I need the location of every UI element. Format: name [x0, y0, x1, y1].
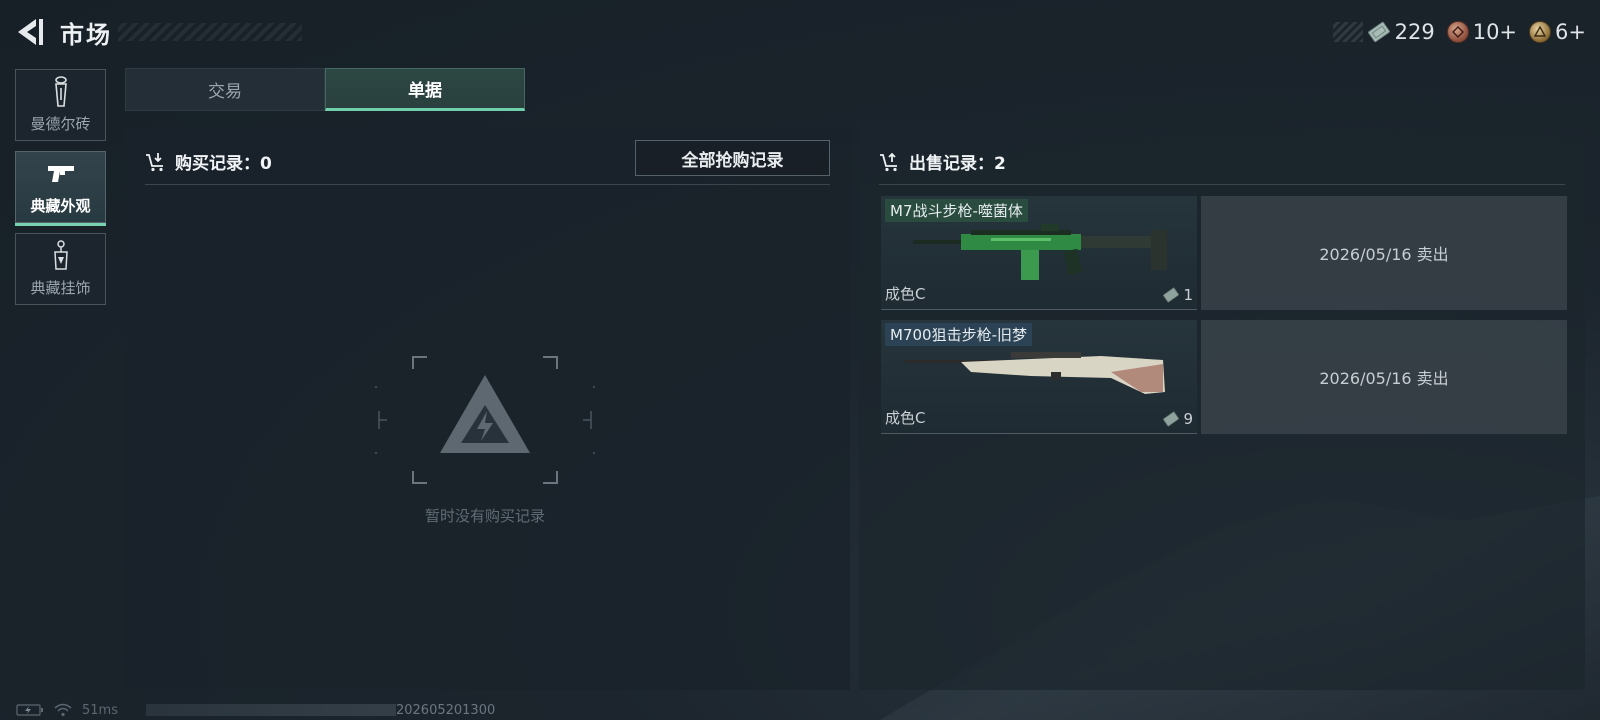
- cart-download-icon: [145, 152, 167, 172]
- all-flash-buy-records-button[interactable]: 全部抢购记录: [635, 140, 830, 176]
- sidebar-item-collection-skin[interactable]: 典藏外观: [15, 151, 106, 226]
- sell-records-title: 出售记录：2: [909, 154, 1006, 174]
- item-price: 9: [1162, 410, 1193, 428]
- gold-coin-icon: [1529, 21, 1552, 43]
- sidebar-item-label: 典藏外观: [30, 197, 91, 215]
- redacted-id: [145, 704, 396, 716]
- page-title: 市场: [60, 21, 112, 49]
- sale-date: 2026/05/16 卖出: [1201, 320, 1567, 434]
- sidebar-item-label: 典藏挂饰: [30, 279, 91, 297]
- item-price-value: 9: [1183, 410, 1193, 428]
- ticket-icon: [1367, 21, 1391, 43]
- sidebar-item-label: 曼德尔砖: [30, 115, 91, 133]
- empty-state-text: 暂时没有购买记录: [424, 507, 545, 525]
- item-price: 1: [1162, 286, 1193, 304]
- buy-records-header: 购买记录：0: [145, 149, 272, 174]
- item-card[interactable]: M700狙击步枪-旧梦 成色C 9: [881, 320, 1197, 434]
- item-condition: 成色C: [885, 285, 926, 303]
- list-item: M700狙击步枪-旧梦 成色C 9 2026/05/16 卖出: [881, 320, 1567, 434]
- empty-state: 暂时没有购买记录: [375, 355, 595, 526]
- ticket-icon: [1162, 411, 1180, 427]
- currency-gold-value: 6+: [1555, 20, 1586, 44]
- item-card[interactable]: M7战斗步枪-噬菌体 成色C 1: [881, 196, 1197, 310]
- empty-logo-icon: [375, 355, 595, 485]
- tab-bar: 交易 单据: [125, 68, 525, 111]
- category-sidebar: 曼德尔砖 典藏外观 典藏挂饰: [15, 69, 106, 315]
- ping-value: 51ms: [82, 702, 118, 718]
- m700-rifle-image: [905, 352, 1165, 394]
- build-number: 202605201300: [395, 702, 496, 718]
- brick-icon: [51, 75, 71, 109]
- buy-records-title: 购买记录：0: [175, 154, 272, 174]
- back-arrow-icon: [18, 19, 43, 45]
- ticket-icon: [1162, 287, 1180, 303]
- divider: [879, 184, 1565, 185]
- cart-upload-icon: [879, 152, 901, 172]
- currency-copper-value: 10+: [1472, 20, 1518, 44]
- battery-icon: [16, 704, 44, 716]
- sidebar-item-brick[interactable]: 曼德尔砖: [15, 69, 106, 141]
- sidebar-item-collection-charm[interactable]: 典藏挂饰: [15, 233, 106, 305]
- currency-decoration: [1332, 22, 1363, 42]
- item-condition: 成色C: [885, 409, 926, 427]
- sale-date: 2026/05/16 卖出: [1201, 196, 1567, 310]
- currency-gold[interactable]: 6+: [1529, 20, 1586, 44]
- wifi-icon: [54, 703, 72, 717]
- m7-rifle-image: [913, 224, 1167, 280]
- title-decoration: [118, 23, 302, 41]
- list-item: M7战斗步枪-噬菌体 成色C 1 2026/05/16 卖出: [881, 196, 1567, 310]
- charm-icon: [51, 239, 71, 273]
- status-bar: 51ms 202605201300: [16, 702, 495, 718]
- copper-coin-icon: [1446, 21, 1469, 43]
- currency-ticket-value: 229: [1394, 20, 1435, 44]
- divider: [145, 184, 830, 185]
- sell-records-panel: 出售记录：2 M7战斗步枪-噬菌体 成色C 1 2026/05/16 卖出 M7…: [859, 127, 1585, 690]
- top-bar: 市场 229 10+ 6+: [0, 0, 1600, 64]
- sell-records-header: 出售记录：2: [879, 149, 1006, 174]
- item-price-value: 1: [1183, 286, 1193, 304]
- back-button[interactable]: [14, 16, 44, 48]
- tab-records[interactable]: 单据: [325, 68, 525, 111]
- buy-records-panel: 购买记录：0 全部抢购记录 暂时没有购买记录: [125, 127, 850, 690]
- currency-ticket[interactable]: 229: [1367, 20, 1435, 44]
- pistol-icon: [46, 157, 76, 191]
- tab-trade[interactable]: 交易: [125, 68, 325, 111]
- currency-copper[interactable]: 10+: [1446, 20, 1518, 44]
- currency-bar: 229 10+ 6+: [1332, 16, 1586, 48]
